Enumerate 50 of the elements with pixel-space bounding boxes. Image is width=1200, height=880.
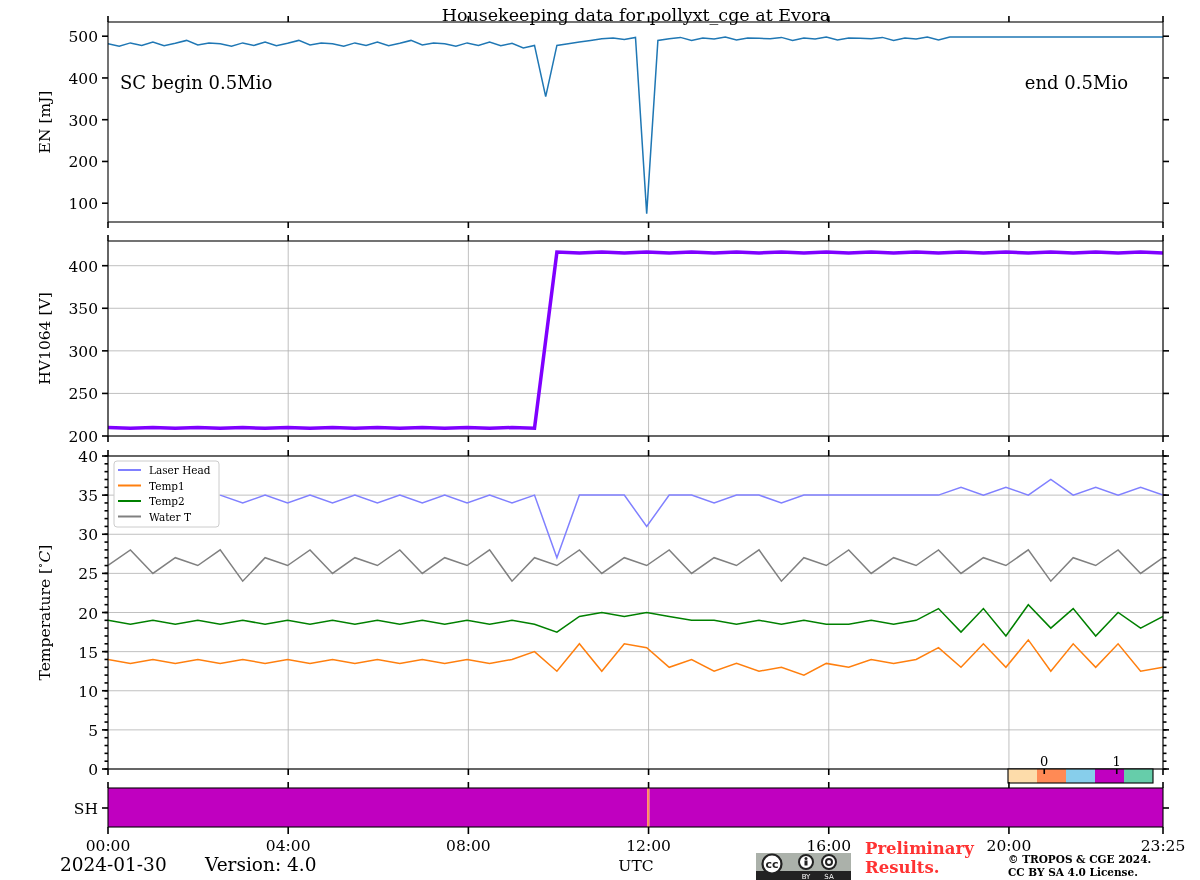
tick-label: 300: [68, 111, 98, 130]
x-axis-label: UTC: [618, 857, 654, 875]
tick-label: 0: [1040, 754, 1049, 769]
tick-label: 25: [78, 565, 98, 584]
tick-label: SH: [73, 800, 98, 818]
tick-label: 08:00: [446, 837, 491, 855]
legend-label: Temp1: [149, 479, 185, 492]
tick-label: 10: [78, 682, 98, 701]
tick-label: 20: [78, 604, 98, 623]
date-text: 2024-01-30: [60, 854, 167, 875]
tick-label: 1: [1112, 754, 1121, 769]
tick-label: 30: [78, 526, 98, 545]
tick-label: 0: [88, 761, 98, 779]
legend-label: Laser Head: [149, 464, 211, 476]
tick-label: 15: [78, 643, 98, 662]
annotation-text: end 0.5Mio: [1024, 72, 1128, 93]
annotation-text: SC begin 0.5Mio: [120, 72, 273, 93]
legend-label: Temp2: [149, 495, 185, 507]
tick-label: 500: [68, 28, 98, 47]
legend-label: Water T: [149, 510, 191, 523]
legend-line: [117, 500, 142, 502]
tick-label: 5: [88, 721, 98, 740]
tick-label: 35: [78, 487, 98, 506]
tick-label: 200: [68, 153, 98, 172]
legend-line: [117, 484, 142, 487]
tick-label: 350: [68, 300, 98, 319]
tick-label: 300: [68, 342, 98, 361]
y-axis-label: HV1064 [V]: [36, 292, 54, 385]
tick-label: 400: [68, 69, 98, 88]
tick-label: 20:00: [986, 837, 1032, 855]
person-icon: [798, 854, 814, 870]
tick-label: 250: [68, 385, 98, 404]
tick-label: 04:00: [265, 837, 311, 855]
tick-label: 40: [78, 448, 98, 466]
tick-label: 100: [68, 195, 98, 214]
version-text: Version: 4.0: [205, 854, 317, 875]
tick-label: 23:25: [1140, 837, 1186, 855]
y-axis-label: EN [mJ]: [36, 90, 54, 154]
license-text: CC BY SA 4.0 License.: [1008, 865, 1138, 878]
tick-label: 12:00: [626, 837, 671, 855]
chart-title: Housekeeping data for pollyxt_cge at Evora: [441, 5, 831, 25]
tick-label: 00:00: [85, 837, 131, 855]
tick-label: 16:00: [806, 837, 852, 855]
badge-symbol: cc: [765, 858, 779, 871]
tick-label: 200: [68, 428, 98, 446]
notice-text: Preliminary Results.: [865, 839, 974, 877]
copyright-text: © TROPOS & CGE 2024.: [1008, 853, 1152, 865]
legend-line: [117, 515, 142, 518]
legend-line: [117, 469, 142, 471]
tick-label: 400: [68, 257, 98, 276]
